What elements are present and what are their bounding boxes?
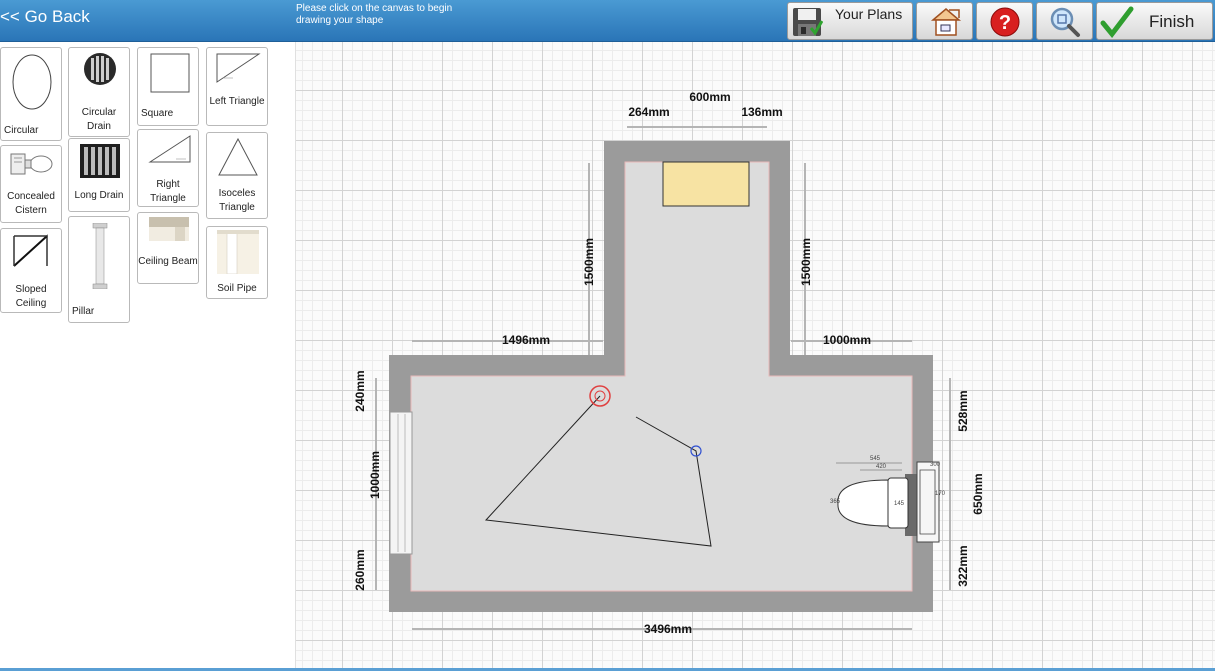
- toilet-dim-145: 145: [894, 501, 905, 507]
- help-icon: ?: [990, 7, 1020, 37]
- toilet-dim-170: 170: [935, 491, 946, 497]
- palette-item-label: Soil Pipe: [217, 283, 257, 294]
- palette-item-circular[interactable]: Circular: [0, 47, 62, 141]
- palette-item-soil-pipe[interactable]: Soil Pipe: [206, 226, 268, 299]
- save-icon: [793, 8, 823, 36]
- palette-item-isoceles-triangle[interactable]: Isoceles Triangle: [206, 132, 268, 219]
- toilet-dim-300: 300: [930, 462, 941, 468]
- radiator[interactable]: [662, 161, 750, 207]
- finish-label: Finish: [1149, 12, 1195, 31]
- dim-top-right[interactable]: 136mm: [741, 105, 782, 119]
- long-drain-icon: [80, 144, 120, 178]
- dim-left-middle[interactable]: 1000mm: [368, 451, 382, 499]
- wall-radiator-left[interactable]: [389, 411, 413, 555]
- help-button[interactable]: ?: [976, 2, 1033, 40]
- palette-item-square[interactable]: Square: [137, 47, 199, 126]
- dim-left-upper[interactable]: 240mm: [353, 370, 367, 411]
- palette-item-label: Square: [141, 108, 174, 119]
- palette-item-label: Long Drain: [74, 190, 124, 201]
- toilet-dim-420: 420: [876, 464, 887, 470]
- dim-right-upper[interactable]: 528mm: [956, 390, 970, 431]
- palette-item-left-triangle[interactable]: Left Triangle: [206, 47, 268, 126]
- palette-item-pillar[interactable]: Pillar: [68, 216, 130, 323]
- palette-item-label: Right Triangle: [150, 179, 186, 204]
- drawing-canvas[interactable]: 545 420 365 145 170 300 600mm 264mm 136m…: [296, 42, 1215, 671]
- sloped-ceiling-icon: [13, 234, 48, 267]
- room-floor: [410, 161, 913, 592]
- palette-item-circular-drain[interactable]: Circular Drain: [68, 47, 130, 137]
- palette-item-label: Circular: [4, 125, 39, 136]
- palette-item-label: Concealed Cistern: [7, 191, 55, 216]
- go-back-button[interactable]: << Go Back: [0, 7, 90, 27]
- right-triangle-icon: [148, 135, 191, 163]
- dim-right-lower[interactable]: 322mm: [956, 545, 970, 586]
- floor-plan: 545 420 365 145 170 300 600mm 264mm 136m…: [353, 90, 985, 636]
- top-toolbar: << Go Back Please click on the canvas to…: [0, 0, 1215, 42]
- circular-shape-icon: [12, 54, 52, 110]
- app-window: << Go Back Please click on the canvas to…: [0, 0, 1215, 671]
- palette-item-sloped-ceiling[interactable]: Sloped Ceiling: [0, 228, 62, 313]
- svg-text:?: ?: [999, 12, 1011, 34]
- zoom-icon: [1050, 7, 1080, 37]
- your-plans-label: Your Plans: [835, 6, 903, 22]
- palette-item-concealed-cistern[interactable]: Concealed Cistern: [0, 145, 62, 223]
- dim-top-left[interactable]: 264mm: [628, 105, 669, 119]
- finish-button[interactable]: Finish: [1096, 2, 1213, 40]
- checkmark-icon: [1100, 6, 1134, 38]
- toilet-dim-545: 545: [870, 456, 881, 462]
- room-shape-icon: [930, 8, 962, 36]
- dim-right-middle[interactable]: 650mm: [971, 473, 985, 514]
- palette-item-label: Isoceles Triangle: [218, 188, 256, 213]
- circular-drain-icon: [84, 53, 116, 85]
- your-plans-button[interactable]: Your Plans: [787, 2, 913, 40]
- concealed-cistern-icon: [10, 153, 53, 175]
- zoom-button[interactable]: [1036, 2, 1093, 40]
- square-shape-icon: [150, 53, 190, 93]
- soil-pipe-icon: [217, 230, 259, 274]
- shape-palette: Circular Concealed Cistern Sloped Ceilin…: [0, 42, 296, 671]
- dim-top-total[interactable]: 600mm: [689, 90, 730, 104]
- dim-alcove-right-wall[interactable]: 1500mm: [799, 238, 813, 286]
- dim-main-top-right[interactable]: 1000mm: [823, 333, 871, 347]
- instruction-hint: Please click on the canvas to begin draw…: [296, 3, 453, 26]
- palette-item-label: Circular Drain: [81, 107, 117, 132]
- dim-alcove-left-wall[interactable]: 1500mm: [582, 238, 596, 286]
- palette-item-ceiling-beam[interactable]: Ceiling Beam: [137, 212, 199, 284]
- palette-item-label: Ceiling Beam: [138, 256, 198, 267]
- dim-main-top-left[interactable]: 1496mm: [502, 333, 550, 347]
- dim-left-lower[interactable]: 260mm: [353, 549, 367, 590]
- room-shape-button[interactable]: [916, 2, 973, 40]
- palette-item-label: Pillar: [72, 306, 95, 317]
- ceiling-beam-icon: [149, 217, 189, 241]
- left-triangle-icon: [216, 53, 261, 83]
- palette-item-label: Sloped Ceiling: [15, 284, 47, 309]
- toilet-dim-365: 365: [830, 499, 841, 505]
- isosceles-triangle-icon: [218, 137, 258, 176]
- pillar-icon: [92, 223, 108, 289]
- palette-item-right-triangle[interactable]: Right Triangle: [137, 129, 199, 207]
- dim-bottom[interactable]: 3496mm: [644, 622, 692, 636]
- palette-item-label: Left Triangle: [209, 96, 265, 107]
- palette-item-long-drain[interactable]: Long Drain: [68, 138, 130, 212]
